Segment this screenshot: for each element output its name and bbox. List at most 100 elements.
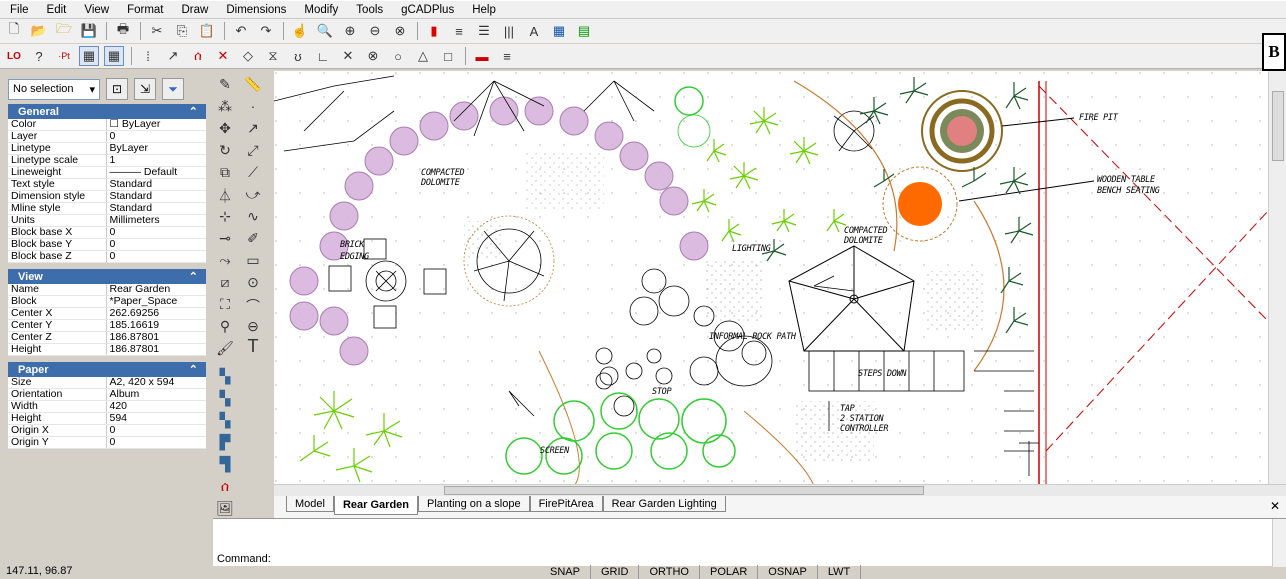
- copy-icon[interactable]: ⎘: [172, 21, 192, 41]
- snap-quadrant-icon[interactable]: ○: [388, 46, 408, 66]
- snap-intersection-icon[interactable]: ✕: [338, 46, 358, 66]
- spline-icon[interactable]: ∿: [243, 208, 263, 225]
- text-icon[interactable]: T: [243, 336, 263, 357]
- drawing-canvas[interactable]: FIRE PIT WOODEN TABLE BENCH SEATING COMP…: [274, 71, 1268, 486]
- move-icon[interactable]: ✥: [215, 120, 235, 137]
- zoom-realtime-icon[interactable]: 🔍: [315, 21, 335, 41]
- property-row[interactable]: Height 594: [8, 412, 206, 425]
- menu-dimensions[interactable]: Dimensions: [226, 4, 286, 16]
- property-value[interactable]: ——— Default: [106, 166, 206, 179]
- property-row[interactable]: Size A2, 420 x 594: [8, 377, 206, 389]
- vertical-scrollbar[interactable]: [1268, 71, 1286, 486]
- property-row[interactable]: Linetype ByLayer: [8, 142, 206, 155]
- tab-rear-garden[interactable]: Rear Garden: [333, 496, 418, 515]
- menu-help[interactable]: Help: [472, 4, 496, 16]
- magnet-icon[interactable]: ሰ: [215, 478, 235, 495]
- view-section-header[interactable]: View ⌃: [8, 269, 206, 284]
- brush-icon[interactable]: 🖌: [215, 340, 235, 357]
- property-row[interactable]: Layer 0: [8, 130, 206, 143]
- block-icon[interactable]: ▚: [215, 368, 235, 385]
- layer-lines-icon[interactable]: ≡: [497, 46, 517, 66]
- menu-draw[interactable]: Draw: [182, 4, 209, 16]
- property-row[interactable]: Color ☐ ByLayer: [8, 119, 206, 131]
- property-value[interactable]: 186.87801: [106, 343, 206, 356]
- property-row[interactable]: Lineweight ——— Default: [8, 166, 206, 179]
- snap-dots-icon[interactable]: ⁞: [138, 46, 158, 66]
- xline-icon[interactable]: ⟋: [243, 164, 263, 181]
- open-drawing-icon[interactable]: 🗁: [54, 21, 74, 41]
- array-icon[interactable]: ⛶: [215, 296, 235, 313]
- property-row[interactable]: Center Y 185.16619: [8, 319, 206, 332]
- cut-icon[interactable]: ✂: [147, 21, 167, 41]
- property-value[interactable]: 185.16619: [106, 319, 206, 332]
- zoom-window-icon[interactable]: ⊕: [340, 21, 360, 41]
- osnap-toggle[interactable]: OSNAP: [758, 565, 818, 579]
- property-value[interactable]: 0: [106, 250, 206, 263]
- property-value[interactable]: 262.69256: [106, 307, 206, 320]
- close-icon[interactable]: ✕: [1270, 499, 1280, 513]
- tab-rear-garden-lighting[interactable]: Rear Garden Lighting: [602, 496, 726, 512]
- zoom-extents-icon[interactable]: ⊗: [390, 21, 410, 41]
- ortho-toggle[interactable]: ORTHO: [639, 565, 700, 579]
- undo-icon[interactable]: ↶: [231, 21, 251, 41]
- property-row[interactable]: Block base Z0: [8, 250, 206, 263]
- property-row[interactable]: Origin X0: [8, 424, 206, 437]
- circle-icon[interactable]: ⊙: [243, 274, 263, 291]
- snap-endpoint-icon[interactable]: ◇: [238, 46, 258, 66]
- property-value[interactable]: 0: [106, 130, 206, 143]
- property-row[interactable]: Text style Standard: [8, 178, 206, 191]
- property-row[interactable]: Dimension style Standard: [8, 190, 206, 203]
- polyline-icon[interactable]: ⤻: [243, 186, 263, 203]
- property-value[interactable]: 420: [106, 400, 206, 413]
- table-icon[interactable]: ▦: [549, 21, 569, 41]
- property-value[interactable]: Standard: [106, 202, 206, 215]
- horizontal-scroll-thumb[interactable]: [444, 486, 924, 495]
- layer-color-icon[interactable]: ▬: [472, 46, 492, 66]
- offset-icon[interactable]: ⧄: [215, 274, 235, 291]
- snap-toggle[interactable]: SNAP: [540, 565, 591, 579]
- general-section-header[interactable]: General ⌃: [8, 104, 206, 119]
- layers-icon[interactable]: ≡: [449, 21, 469, 41]
- property-value[interactable]: Album: [106, 388, 206, 401]
- save-icon[interactable]: 💾: [79, 21, 99, 41]
- property-value[interactable]: 1: [106, 154, 206, 167]
- property-row[interactable]: Height 186.87801: [8, 343, 206, 356]
- extend-icon[interactable]: ⤳: [215, 252, 235, 269]
- menu-edit[interactable]: Edit: [47, 4, 67, 16]
- linetype-icon[interactable]: ☰: [474, 21, 494, 41]
- lineweight-icon[interactable]: |||: [499, 21, 519, 41]
- menu-gcadplus[interactable]: gCADPlus: [401, 4, 454, 16]
- snap-point-icon[interactable]: ·Pt: [54, 46, 74, 66]
- ruler-icon[interactable]: 📏: [243, 76, 263, 93]
- edit-icon[interactable]: ✐: [243, 230, 263, 247]
- image-icon[interactable]: 🖼: [215, 500, 235, 517]
- filter-icon[interactable]: ⏷: [162, 78, 184, 100]
- tab-planting-on-a-slope[interactable]: Planting on a slope: [418, 496, 530, 512]
- snap-nearest-icon[interactable]: □: [438, 46, 458, 66]
- snap-none-icon[interactable]: ✕: [213, 46, 233, 66]
- line-icon[interactable]: ↗: [243, 120, 263, 137]
- property-row[interactable]: Units Millimeters: [8, 214, 206, 227]
- property-row[interactable]: Center Z 186.87801: [8, 331, 206, 344]
- polar-toggle[interactable]: POLAR: [700, 565, 759, 579]
- property-value[interactable]: A2, 420 x 594: [106, 377, 206, 389]
- snap-midpoint-icon[interactable]: ⧖: [263, 46, 283, 66]
- property-value[interactable]: 594: [106, 412, 206, 425]
- property-row[interactable]: Block base X0: [8, 226, 206, 239]
- layer-icon[interactable]: LO: [4, 46, 24, 66]
- horizontal-scrollbar[interactable]: [274, 484, 1286, 496]
- property-value[interactable]: 0: [106, 424, 206, 437]
- snap-center-icon[interactable]: ʊ: [288, 46, 308, 66]
- property-value[interactable]: 0: [106, 226, 206, 239]
- region-icon[interactable]: ▛: [215, 434, 235, 451]
- tab-firepitarea[interactable]: FirePitArea: [529, 496, 603, 512]
- property-row[interactable]: Width 420: [8, 400, 206, 413]
- ray-icon[interactable]: ⤢: [243, 142, 263, 159]
- snap-tangent-icon[interactable]: △: [413, 46, 433, 66]
- rectangle-icon[interactable]: ▭: [243, 252, 263, 269]
- snap-perpendicular-icon[interactable]: ∟: [313, 46, 333, 66]
- property-value[interactable]: Rear Garden: [106, 284, 206, 296]
- paper-section-header[interactable]: Paper ⌃: [8, 362, 206, 377]
- new-file-icon[interactable]: 🗋: [4, 21, 24, 41]
- menu-format[interactable]: Format: [127, 4, 163, 16]
